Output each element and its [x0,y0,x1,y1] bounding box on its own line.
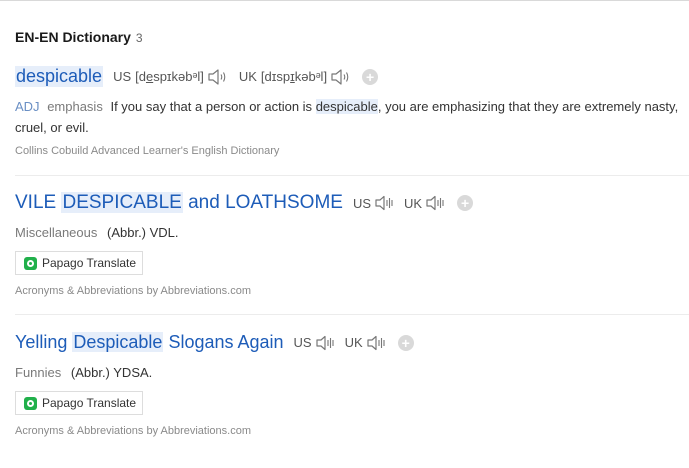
plus-circle-icon[interactable]: + [362,68,379,85]
entry-1-source: Collins Cobuild Advanced Learner's Engli… [15,145,280,157]
entry-3-uk-label: UK [344,335,363,350]
papago-button-label: Papago Translate [42,396,137,410]
papago-translate-button[interactable]: Papago Translate [15,251,143,275]
entry-2-header: VILE DESPICABLE and LOATHSOME US UK + [15,192,474,214]
papago-translate-button[interactable]: Papago Translate [15,391,143,415]
entry-3-header: Yelling Despicable Slogans Again US UK + [15,332,414,353]
speaker-icon[interactable] [330,68,352,86]
speaker-icon[interactable] [366,335,388,351]
papago-icon [24,396,37,410]
section-count: 3 [135,31,143,45]
entry-2-abbr: (Abbr.) VDL. [107,225,179,240]
entry-3-source: Acronyms & Abbreviations by Abbreviation… [15,425,252,437]
top-divider [0,0,689,1]
papago-button-label: Papago Translate [42,256,137,270]
entry-1-uk-label: UK [238,69,257,84]
entry-1-uk-ipa: [dɪspɪkəbᵊl] [260,69,328,84]
entry-1-us-label: US [113,69,132,84]
entry-3-meta: Funnies (Abbr.) YDSA. [15,365,152,380]
speaker-icon[interactable] [374,195,396,211]
entry-divider [15,175,689,176]
entry-1-definition: ADJ emphasis If you say that a person or… [15,96,687,138]
entry-2-meta: Miscellaneous (Abbr.) VDL. [15,225,179,240]
speaker-icon[interactable] [425,195,447,211]
entry-2-us-label: US [352,195,372,211]
entry-2-headword[interactable]: VILE DESPICABLE and LOATHSOME [15,192,343,214]
entry-3-us-label: US [293,335,312,350]
entry-2-category: Miscellaneous [15,225,98,240]
plus-circle-icon[interactable]: + [397,334,414,351]
speaker-icon[interactable] [207,68,229,86]
entry-1-pos: ADJ [15,99,40,114]
entry-1-us-ipa: [despɪkəbᵊl] [135,69,204,84]
entry-1-header: despicable US [despɪkəbᵊl] UK [dɪspɪkəbᵊ… [15,66,379,87]
entry-1-grammar: emphasis [47,99,103,114]
entry-1-headword[interactable]: despicable [15,66,104,87]
section-header: EN-EN Dictionary 3 [15,29,143,45]
entry-2-source: Acronyms & Abbreviations by Abbreviation… [15,285,252,297]
section-title: EN-EN Dictionary [15,29,131,45]
plus-circle-icon[interactable]: + [457,195,474,211]
entry-3-headword[interactable]: Yelling Despicable Slogans Again [15,332,284,353]
entry-3-abbr: (Abbr.) YDSA. [70,365,153,380]
entry-3-category: Funnies [15,365,62,380]
entry-divider [15,314,689,315]
papago-icon [24,256,37,270]
entry-1-def-highlight: despicable [315,99,378,114]
speaker-icon[interactable] [315,335,337,351]
entry-1-def-before: If you say that a person or action is [110,99,316,114]
entry-2-uk-label: UK [404,195,423,211]
